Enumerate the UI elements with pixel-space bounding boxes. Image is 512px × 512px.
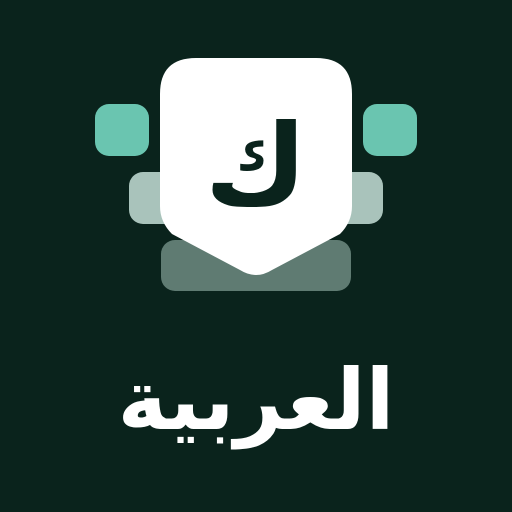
key-left-top — [95, 104, 149, 156]
app-name: العربية — [117, 351, 395, 449]
key-right-top — [363, 104, 417, 156]
key-letter: ك — [204, 101, 308, 231]
